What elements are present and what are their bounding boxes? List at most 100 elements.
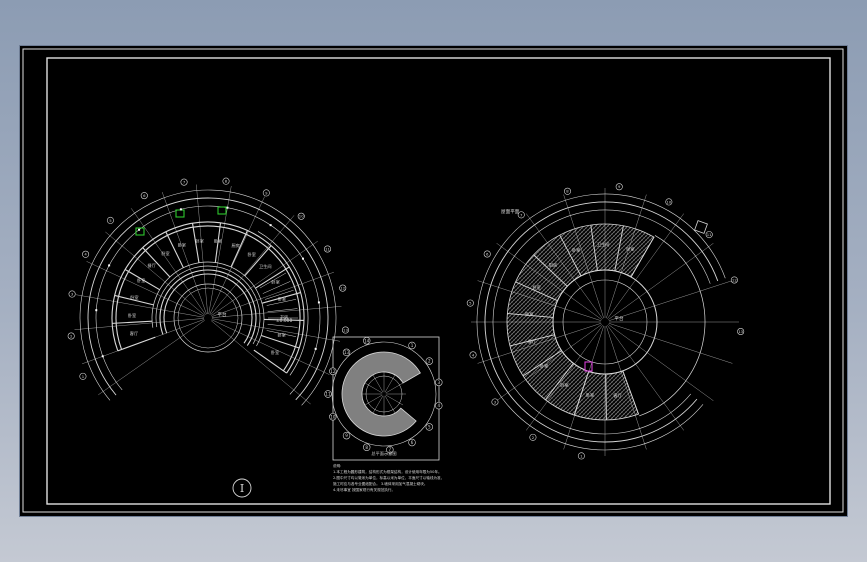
room-label: 卧室 [178,242,186,249]
column-mark [226,206,229,209]
room-label: 卧室 [278,295,286,302]
grid-bubble-label: 10 [666,199,671,204]
outer-frame [22,48,844,513]
grid-bubble-label: 12 [340,286,345,291]
grid-bubble-label: 13 [344,350,350,355]
room-label: 卫生间 [597,241,610,248]
key-plan-ray [385,382,404,394]
partition-wall [255,266,290,289]
partition-wall [165,231,184,268]
wall-ring [159,269,257,346]
room-label: 卧室 [161,250,169,257]
room-label: 卧室 [195,237,203,244]
corridor-ring [151,261,265,347]
room-label: 卧室 [137,277,145,284]
cad-drawing-canvas[interactable]: 客厅卧室卧室卧室餐厅卧室卧室卧室 卧室厨房卧室卫生间卧室卧室书房卧室卧室平台123… [20,46,847,516]
grid-axis-ray [76,294,205,318]
inner-frame [46,57,831,505]
room-label: 厨房 [231,242,239,249]
notes-heading: 说明: [333,463,341,468]
grid-bubble-label: 12 [330,369,336,374]
room-label: 卧室 [248,251,256,258]
grid-axis-ray [98,320,205,396]
grid-bubble-label: 8 [365,445,368,450]
key-plan-ray [372,374,384,393]
plan-tag: 屋面平面 [501,209,520,215]
column-mark [301,257,304,260]
key-plan-ray [385,394,404,406]
floor-plan-right[interactable]: 客厅卧室卧室卧室餐厅卧室卧室厨房卧室卫生间卧室平台123456789101112… [466,183,745,460]
grid-axis-ray [208,186,232,315]
room-label: 餐厅 [148,262,156,269]
partition-wall [244,245,272,277]
room-label: 卧室 [128,312,136,319]
room-label: 卧室 [532,284,540,291]
room-label: 卧室 [271,349,279,356]
grid-bubble-label: 4 [437,403,440,408]
selection-marker [175,209,185,218]
room-label: 卧室 [130,294,138,301]
key-plan-ray [364,394,383,406]
room-label: 餐厅 [528,338,536,345]
grid-axis-ray [210,320,311,405]
room-label: 卧室 [214,238,222,245]
room-label: 卧室 [540,363,548,370]
center-label: 平台 [614,315,624,322]
dimension-arc [87,197,329,401]
grid-axis-ray [82,319,205,364]
grid-bubble-label: 10 [330,414,336,419]
grid-bubble-label: 11 [707,232,712,237]
notes-line: 1.本工程为圆形建筑，结构形式为框架结构，设计使用年限为50年。 [333,469,442,474]
detail-box [694,220,708,234]
room-label: 卫生间 [259,263,272,270]
key-plan-ray [372,395,384,414]
room-label: 卧室 [586,392,594,399]
selection-marker [584,361,593,372]
section-symbol-label: Ⅰ [240,482,244,495]
key-plan-ray [384,395,396,414]
section-symbol: Ⅰ [232,478,252,498]
grid-bubble-label: 2 [428,359,431,364]
room-label: 客厅 [130,330,138,337]
grid-bubble-label: 11 [325,246,330,251]
key-plan[interactable]: 1234567891011121314总平面示意图 [324,336,443,461]
stair-tread [267,324,298,328]
outer-arc-open [639,235,706,417]
selection-marker [217,206,227,215]
room-label: 卧室 [572,247,580,254]
core-ring [173,283,243,353]
room-label: 卧室 [277,332,285,339]
grid-axis-ray [211,306,342,318]
key-plan-ray [364,382,383,394]
notes-line: 4.未尽事宜 按国家现行有关规范执行。 [333,487,395,492]
notes-block: 说明: 1.本工程为圆形建筑，结构形式为框架结构，设计使用年限为50年。 2.图… [333,463,444,492]
column-mark [101,355,104,358]
column-mark [108,264,111,267]
grid-axis-ray [86,261,205,317]
room-label: 卧室 [271,278,279,285]
floor-plan-left[interactable]: 客厅卧室卧室卧室餐厅卧室卧室卧室 卧室厨房卧室卫生间卧室卧室书房卧室卧室平台123… [67,177,349,406]
column-mark [95,309,98,312]
grid-bubble-label: 3 [437,380,440,385]
grid-bubble-label: 12 [732,277,737,282]
grid-bubble-label: 9 [345,433,348,438]
key-plan-title: 总平面示意图 [371,450,396,457]
grid-axis-ray [211,319,330,375]
core-ring [177,287,239,349]
center-label: 平台 [217,311,227,318]
column-mark [179,208,182,211]
corridor-ring [155,265,261,345]
key-plan-ray [384,374,396,393]
grid-bubble-label: 13 [738,329,743,334]
grid-bubble-label: 1 [411,343,414,348]
grid-bubble-label: 13 [343,327,348,332]
room-label: 客厅 [613,392,621,399]
grid-axis-ray [196,184,208,315]
grid-bubble-label: 6 [411,440,414,445]
cad-viewport[interactable]: 客厅 卧室 卧室 卧室 餐厅 卧室 卧室 卧室 卧室 厨房 卧室 卫生间 卧室 卧室 书房 卧室 卧室 平台 1 2 3… [20,46,847,516]
column-mark [317,301,320,304]
column-mark [314,347,317,350]
grid-bubble-label: 14 [364,338,370,343]
room-label: 卧室 [560,381,568,388]
column-mark [138,228,141,231]
